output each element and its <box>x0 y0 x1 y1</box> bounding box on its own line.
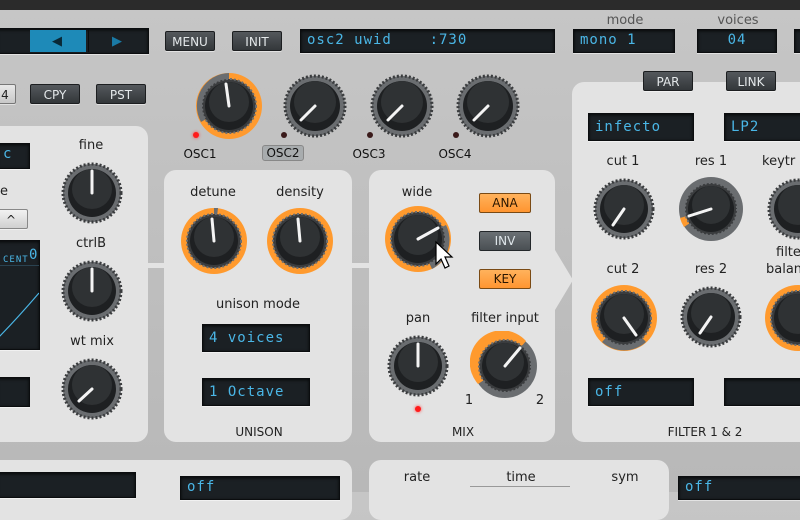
next-arrow-icon[interactable]: ▶ <box>112 34 122 49</box>
density-label: density <box>276 185 324 200</box>
par-button[interactable]: PAR <box>643 71 693 91</box>
wide-label: wide <box>401 185 433 200</box>
pan-label: pan <box>405 311 431 326</box>
pan-led <box>415 406 421 412</box>
cut1-label: cut 1 <box>606 154 640 169</box>
osc3-knob[interactable] <box>368 72 436 140</box>
cent-caption: CENT <box>3 255 29 265</box>
osc1-knob[interactable] <box>193 70 265 142</box>
mix-panel-title: MIX <box>451 425 475 439</box>
detune-knob[interactable] <box>178 205 250 277</box>
cut2-knob[interactable] <box>588 282 660 354</box>
detune-label: detune <box>190 185 236 200</box>
keytrack-label: keytr <box>762 154 796 169</box>
left-bottom-dropdown[interactable] <box>0 377 30 407</box>
filter2-routing-dropdown[interactable] <box>724 378 800 406</box>
sym-label: sym <box>611 470 639 485</box>
caret-up-icon: ^ <box>5 213 17 227</box>
res1-knob[interactable] <box>676 174 746 244</box>
filter2-type-dropdown[interactable]: LP2 <box>724 113 800 141</box>
fine-label: fine <box>78 138 104 153</box>
ctrlb-label: ctrlB <box>75 236 107 251</box>
voices-field[interactable]: 04 <box>697 29 777 53</box>
wave-display: CENT 0 <box>0 240 40 350</box>
bottom-left-display[interactable] <box>0 472 136 498</box>
menu-button[interactable]: MENU <box>165 31 215 51</box>
mouse-cursor-icon <box>435 240 454 269</box>
bottom-lfo-panel <box>369 460 669 520</box>
mode-dropdown[interactable]: mono 1 <box>573 29 675 53</box>
voices-caption: voices <box>717 13 759 28</box>
nav-divider <box>88 30 89 52</box>
rate-label: rate <box>403 470 431 485</box>
pan-knob[interactable] <box>383 331 453 401</box>
res2-knob[interactable] <box>676 282 746 352</box>
balance-knob[interactable] <box>762 282 800 354</box>
partial-e-label: e <box>0 184 8 199</box>
signal-arrow-icon <box>555 250 573 310</box>
top-edge <box>0 0 800 10</box>
osc1-select[interactable]: OSC1 <box>180 147 220 161</box>
keytrack-knob[interactable] <box>763 174 800 244</box>
osc2-select[interactable]: OSC2 <box>262 145 304 161</box>
unison-mode-dropdown[interactable]: 4 voices <box>202 324 310 352</box>
copy-button[interactable]: CPY <box>30 84 80 104</box>
connector-left <box>146 263 166 268</box>
right-edge-field[interactable] <box>794 29 800 53</box>
ctrlb-knob[interactable] <box>57 256 127 326</box>
cut1-knob[interactable] <box>589 174 659 244</box>
wtmix-knob[interactable] <box>57 354 127 424</box>
mode-caption: mode <box>606 13 644 28</box>
osc1-led <box>193 132 199 138</box>
time-divider <box>470 486 570 487</box>
filter1-type-dropdown[interactable]: infecto <box>588 113 694 141</box>
filter-input-label: filter input <box>471 311 539 326</box>
bottom-right-dropdown[interactable]: off <box>678 476 800 500</box>
balance-label-2: balan <box>766 262 800 277</box>
cent-value[interactable]: 0 <box>29 245 38 265</box>
filter-input-min: 1 <box>464 393 474 408</box>
filter-input-knob[interactable] <box>470 331 540 401</box>
connector-mid <box>350 263 370 268</box>
wave-curve <box>0 292 39 337</box>
wtmix-label: wt mix <box>70 334 114 349</box>
unison-octave-dropdown[interactable]: 1 Octave <box>202 378 310 406</box>
inv-button[interactable]: INV <box>479 231 531 251</box>
res2-label: res 2 <box>694 262 728 277</box>
paste-button[interactable]: PST <box>96 84 146 104</box>
osc3-led <box>367 132 373 138</box>
osc4-knob[interactable] <box>454 72 522 140</box>
partial-field[interactable]: 4 <box>0 84 16 104</box>
prev-arrow-icon[interactable]: ◀ <box>52 34 62 49</box>
res1-label: res 1 <box>694 154 728 169</box>
link-button[interactable]: LINK <box>726 71 776 91</box>
filter-panel-title: FILTER 1 & 2 <box>667 425 743 439</box>
unison-panel-title: UNISON <box>235 425 283 439</box>
preset-display[interactable]: osc2 uwid :730 <box>300 29 555 53</box>
balance-label-1: filte <box>776 245 800 260</box>
osc4-select[interactable]: OSC4 <box>435 147 475 161</box>
osc4-led <box>453 132 459 138</box>
ana-button[interactable]: ANA <box>479 193 531 213</box>
osc2-led <box>281 132 287 138</box>
time-label: time <box>506 470 536 485</box>
filter1-routing-dropdown[interactable]: off <box>588 378 694 406</box>
filter-input-max: 2 <box>535 393 545 408</box>
unison-mode-label: unison mode <box>215 297 301 312</box>
osc2-knob[interactable] <box>281 72 349 140</box>
fine-knob[interactable] <box>57 158 127 228</box>
bottom-left-dropdown[interactable]: off <box>180 476 340 500</box>
caret-up-button[interactable]: ^ <box>0 209 28 229</box>
key-button[interactable]: KEY <box>479 269 531 289</box>
density-knob[interactable] <box>264 205 336 277</box>
partial-dropdown[interactable]: c <box>0 143 30 169</box>
osc3-select[interactable]: OSC3 <box>349 147 389 161</box>
init-button[interactable]: INIT <box>232 31 282 51</box>
cut2-label: cut 2 <box>606 262 640 277</box>
